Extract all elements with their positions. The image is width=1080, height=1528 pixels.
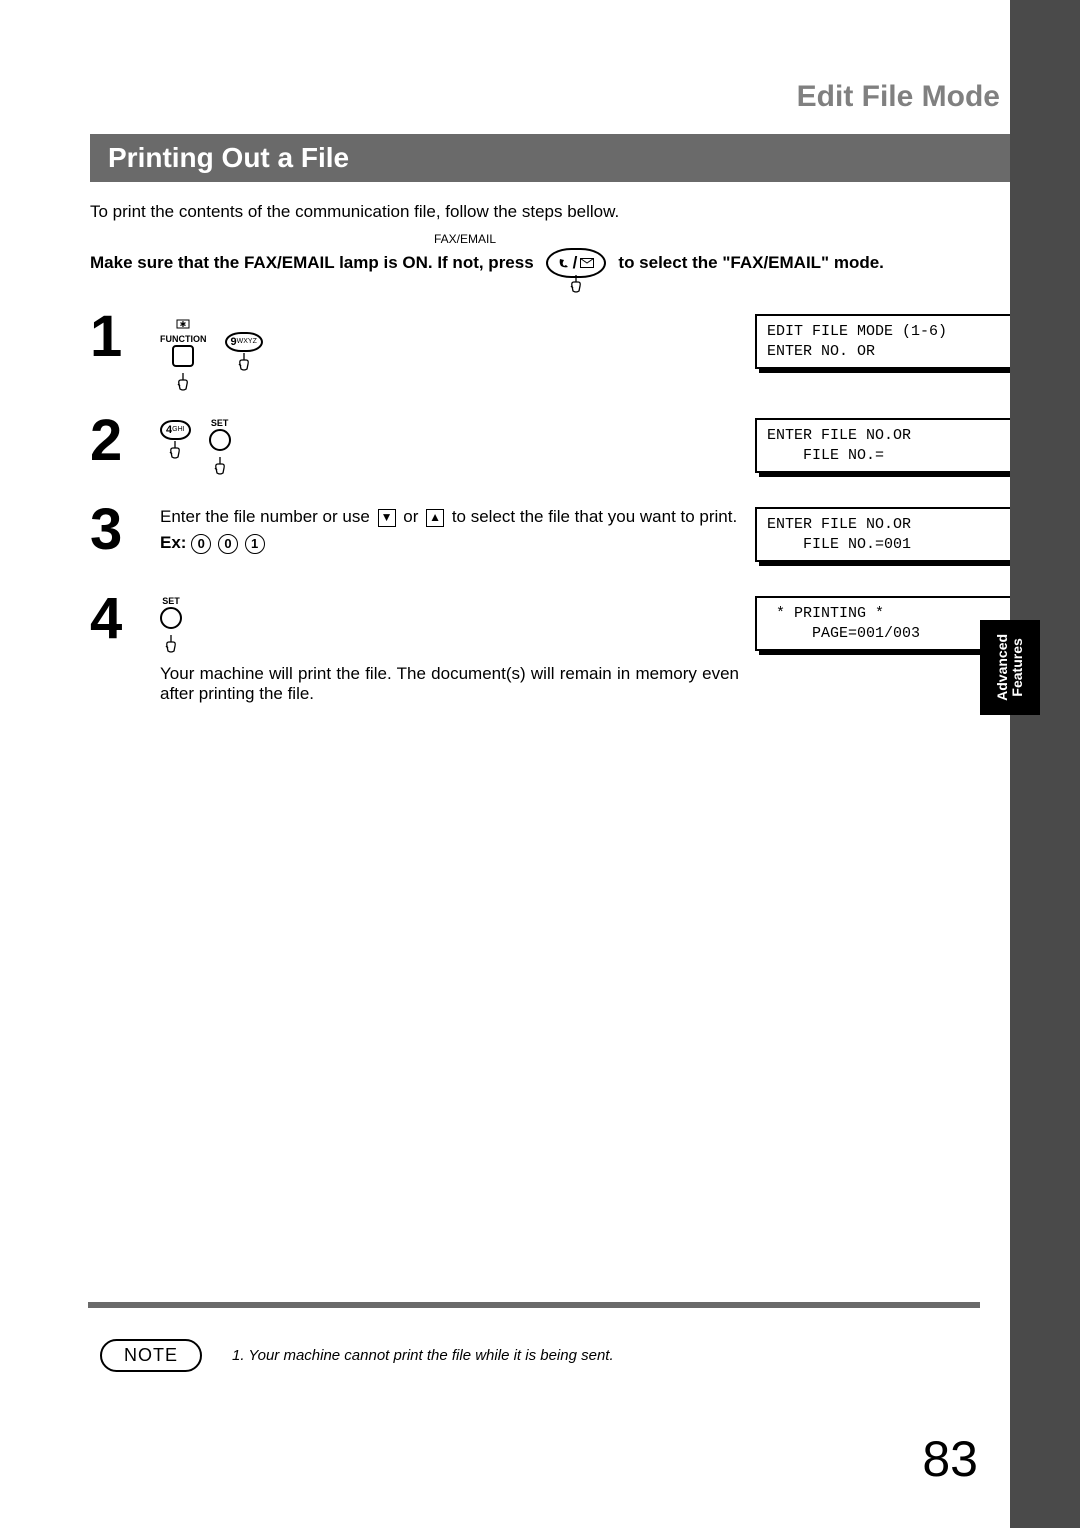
step-number: 4	[90, 590, 160, 648]
lcd-display: ENTER FILE NO.OR FILE NO.=001	[755, 507, 1020, 562]
section-heading: Printing Out a File	[90, 134, 1020, 182]
make-sure-row: Make sure that the FAX/EMAIL lamp is ON.…	[90, 248, 1020, 278]
key-digit: 1	[245, 534, 265, 554]
key-9-button: 9WXYZ	[225, 314, 263, 372]
key-digit: 0	[218, 534, 238, 554]
note-label: NOTE	[100, 1339, 202, 1372]
make-sure-post: to select the "FAX/EMAIL" mode.	[618, 253, 884, 273]
press-hand-icon	[162, 634, 180, 654]
press-hand-icon	[211, 456, 229, 476]
key-4-button: 4GHI	[160, 418, 191, 460]
press-hand-icon	[166, 440, 184, 460]
step4-text: Your machine will print the file. The do…	[160, 664, 755, 704]
make-sure-pre: Make sure that the FAX/EMAIL lamp is ON.…	[90, 253, 534, 273]
side-tab-line1: Advanced	[994, 634, 1010, 701]
fax-email-small-label: FAX/EMAIL	[430, 232, 500, 246]
intro-text: To print the contents of the communicati…	[90, 202, 1020, 222]
svg-text:✱: ✱	[180, 320, 187, 329]
page-number: 83	[922, 1430, 978, 1488]
fax-email-button-icon: /	[546, 248, 607, 278]
press-hand-icon	[174, 372, 192, 392]
horizontal-rule	[88, 1302, 980, 1308]
step3-text: Enter the file number or use ▼ or ▲ to s…	[160, 507, 755, 527]
step3-text-before: Enter the file number or use	[160, 507, 375, 526]
step-row: 2 4GHI SET ENTER FILE NO.OR FILE NO.=	[90, 412, 1020, 481]
step-number: 2	[90, 412, 160, 470]
step-number: 3	[90, 501, 160, 559]
set-label: SET	[160, 596, 182, 606]
note-row: NOTE 1. Your machine cannot print the fi…	[100, 1339, 614, 1372]
step-number: 1	[90, 308, 160, 366]
side-tab-advanced-features: Advanced Features	[980, 620, 1040, 715]
ex-label: Ex:	[160, 533, 186, 552]
press-hand-icon	[235, 352, 253, 372]
lcd-display: ENTER FILE NO.OR FILE NO.=	[755, 418, 1020, 473]
side-tab-line2: Features	[1009, 638, 1025, 696]
function-button: ✱ FUNCTION	[160, 314, 207, 392]
function-label: FUNCTION	[160, 334, 207, 344]
step3-example: Ex: 0 0 1	[160, 533, 755, 554]
phone-icon	[558, 257, 570, 269]
step3-text-mid: or	[403, 507, 423, 526]
lcd-display: EDIT FILE MODE (1-6) ENTER NO. OR	[755, 314, 1020, 369]
step3-text-after: to select the file that you want to prin…	[452, 507, 737, 526]
right-margin-bar	[1010, 0, 1080, 1528]
set-label: SET	[209, 418, 231, 428]
press-hand-icon	[567, 274, 585, 294]
step-row: 1 ✱ FUNCTION 9WXYZ EDIT FILE MODE	[90, 308, 1020, 392]
arrow-up-icon: ▲	[426, 509, 444, 527]
rect-icon: ✱	[176, 319, 190, 329]
set-button: SET	[160, 596, 182, 654]
key9-sub: WXYZ	[237, 338, 257, 345]
page-title: Edit File Mode	[90, 80, 1020, 114]
step-row: 4 SET Your machine will print the file. …	[90, 590, 1020, 704]
set-button: SET	[209, 418, 231, 476]
note-text: 1. Your machine cannot print the file wh…	[232, 1347, 614, 1364]
arrow-down-icon: ▼	[378, 509, 396, 527]
envelope-icon	[580, 258, 594, 268]
step-row: 3 Enter the file number or use ▼ or ▲ to…	[90, 501, 1020, 570]
key4-sub: GHI	[172, 426, 184, 433]
key-digit: 0	[191, 534, 211, 554]
